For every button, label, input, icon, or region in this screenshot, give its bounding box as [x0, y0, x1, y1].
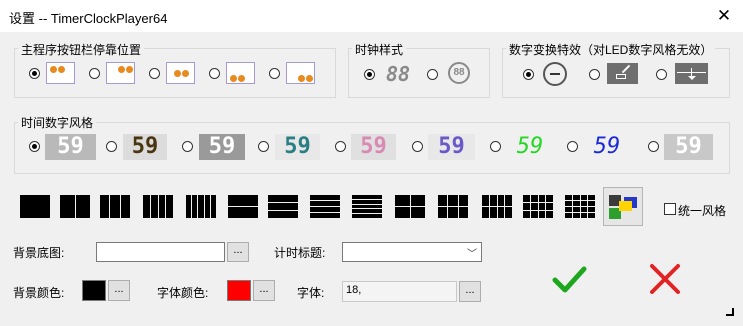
digit-style-sample-6[interactable]: 59	[428, 134, 475, 160]
toolbar-position-radio-2[interactable]	[89, 68, 100, 79]
background-color-label: 背景颜色:	[13, 286, 65, 300]
grid-layout-option-5[interactable]	[186, 195, 216, 218]
digit-style-radio-4[interactable]	[258, 141, 269, 152]
grid-layout-option-8[interactable]	[310, 195, 340, 218]
grid-layout-option-10[interactable]	[395, 195, 425, 218]
slide-down-transition-icon[interactable]	[675, 63, 708, 84]
digit-style-radio-8[interactable]	[567, 141, 578, 152]
digit-style-radio-3[interactable]	[182, 141, 193, 152]
close-button[interactable]: ✕	[712, 4, 736, 28]
background-image-browse-button[interactable]: ...	[227, 242, 249, 262]
dock-top-left-icon[interactable]	[46, 62, 75, 84]
font-field: 18,	[342, 281, 457, 302]
digit-style-sample-3[interactable]: 59	[199, 134, 245, 160]
transition-label: 数字变换特效（对LED数字风格无效）	[506, 41, 716, 58]
grid-layout-option-13[interactable]	[523, 195, 553, 218]
flip-transition-icon[interactable]	[607, 63, 638, 84]
clock-style-radio-1[interactable]	[364, 69, 375, 80]
digit-style-label: 时间数字风格	[18, 114, 97, 131]
grid-layout-option-7[interactable]	[268, 195, 298, 218]
toolbar-position-radio-5[interactable]	[269, 68, 280, 79]
transition-radio-2[interactable]	[589, 69, 600, 80]
digit-style-radio-2[interactable]	[106, 141, 117, 152]
grid-layout-option-11[interactable]	[438, 195, 468, 218]
background-color-swatch[interactable]	[82, 280, 106, 301]
digit-style-radio-7[interactable]	[490, 141, 501, 152]
cross-icon	[650, 264, 680, 294]
dock-bottom-right-icon[interactable]	[286, 62, 315, 84]
grid-layout-option-6[interactable]	[228, 195, 258, 218]
round-clock-icon[interactable]: 88	[448, 62, 470, 84]
resize-grip-icon[interactable]	[724, 306, 734, 316]
grid-layout-option-3[interactable]	[100, 195, 130, 218]
toolbar-position-label: 主程序按钮栏停靠位置	[18, 41, 145, 58]
digit-style-sample-7[interactable]: 59	[507, 134, 553, 160]
background-image-label: 背景底图:	[13, 246, 65, 260]
grid-layout-option-9[interactable]	[352, 195, 382, 218]
digit-style-sample-2[interactable]: 59	[123, 134, 167, 160]
font-color-label: 字体颜色:	[157, 286, 209, 300]
digit-style-sample-5[interactable]: 59	[351, 134, 396, 160]
clock-style-radio-2[interactable]	[427, 69, 438, 80]
digit-style-radio-1[interactable]	[29, 141, 40, 152]
dock-bottom-center-icon[interactable]	[166, 62, 195, 84]
grid-layout-selected[interactable]	[603, 187, 643, 226]
toolbar-position-radio-1[interactable]	[29, 68, 40, 79]
digital-clock-icon[interactable]: 88	[384, 61, 412, 87]
font-label: 字体:	[297, 286, 325, 300]
grid-layout-option-14[interactable]	[565, 195, 595, 218]
grid-layout-option-1[interactable]	[20, 195, 50, 218]
unify-style-label: 统一风格	[678, 204, 727, 218]
grid-layout-option-2[interactable]	[60, 195, 90, 218]
font-color-browse-button[interactable]: ...	[253, 280, 275, 301]
digit-style-sample-8[interactable]: 59	[584, 134, 630, 160]
transition-radio-3[interactable]	[656, 69, 667, 80]
no-transition-icon[interactable]	[543, 62, 567, 86]
window-title: 设置 -- TimerClockPlayer64	[9, 11, 168, 26]
clock-style-label: 时钟样式	[352, 41, 407, 58]
digit-style-radio-5[interactable]	[335, 141, 346, 152]
digit-style-sample-4[interactable]: 59	[275, 134, 320, 160]
digit-style-radio-6[interactable]	[412, 141, 423, 152]
toolbar-position-radio-3[interactable]	[149, 68, 160, 79]
digit-style-radio-9[interactable]	[648, 141, 659, 152]
grid-layout-option-12[interactable]	[482, 195, 512, 218]
dock-bottom-left-icon[interactable]	[226, 62, 255, 84]
cancel-button[interactable]	[648, 262, 682, 296]
unify-style-checkbox[interactable]	[664, 203, 676, 215]
checkmark-icon	[552, 266, 587, 293]
digit-style-sample-1[interactable]: 59	[45, 134, 96, 160]
dock-top-right-icon[interactable]	[106, 62, 135, 84]
background-color-browse-button[interactable]: ...	[108, 280, 130, 301]
font-browse-button[interactable]: ...	[459, 281, 481, 302]
transition-radio-1[interactable]	[523, 69, 534, 80]
timer-title-select[interactable]: ﹀	[342, 242, 482, 262]
chevron-down-icon: ﹀	[467, 249, 477, 260]
background-image-input[interactable]	[96, 242, 225, 262]
digit-style-sample-9[interactable]: 59	[664, 134, 713, 160]
ok-button[interactable]	[550, 262, 590, 296]
timer-title-label: 计时标题:	[274, 246, 326, 260]
grid-layout-option-4[interactable]	[143, 195, 173, 218]
toolbar-position-radio-4[interactable]	[209, 68, 220, 79]
font-color-swatch[interactable]	[227, 280, 251, 301]
